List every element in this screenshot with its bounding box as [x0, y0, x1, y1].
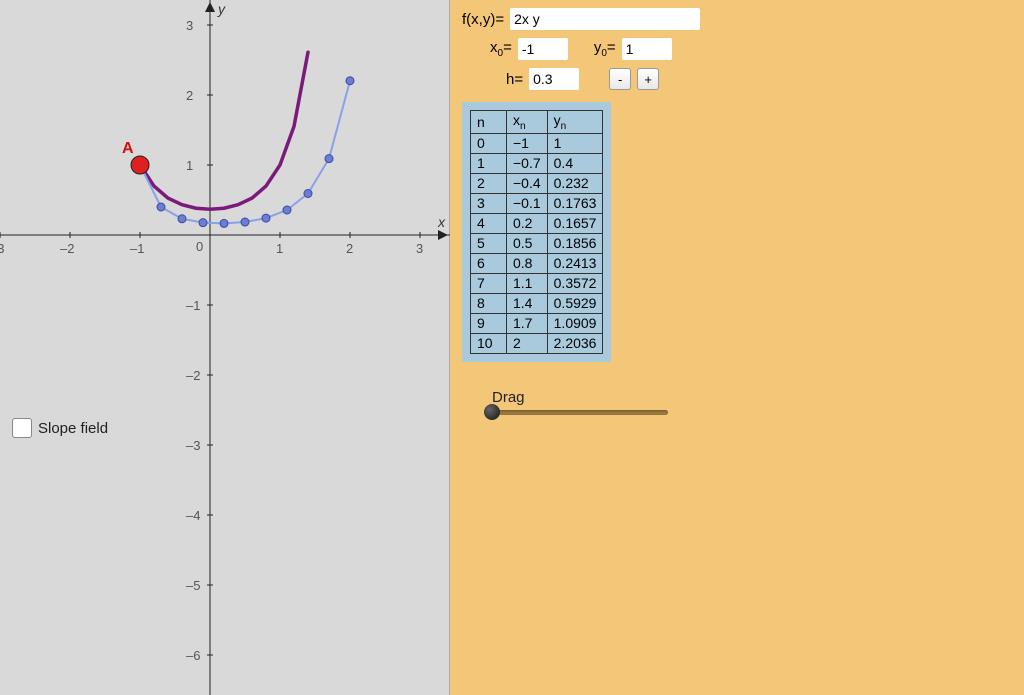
svg-text:2: 2: [186, 88, 193, 103]
table-cell: 2: [471, 173, 507, 193]
table-row: 50.50.1856: [471, 233, 603, 253]
fx-input[interactable]: [510, 8, 700, 30]
table-cell: 0.3572: [547, 273, 603, 293]
svg-text:–2: –2: [60, 241, 74, 256]
table-cell: −1: [507, 133, 548, 153]
table-cell: 4: [471, 213, 507, 233]
table-cell: 9: [471, 313, 507, 333]
coordinate-plot[interactable]: x y –3 –2 –1 1 2 3 3 2 1 –1 –2 –3 –4 –5 –6 0 A: [0, 0, 450, 695]
svg-text:–5: –5: [186, 578, 200, 593]
euler-table: n xn yn 0−111−0.70.42−0.40.2323−0.10.176…: [470, 110, 603, 354]
drag-slider-label: Drag: [492, 389, 1012, 406]
svg-text:x: x: [437, 214, 446, 230]
table-row: 60.80.2413: [471, 253, 603, 273]
col-n: n: [471, 111, 507, 134]
table-cell: 0: [471, 133, 507, 153]
table-cell: 1.7: [507, 313, 548, 333]
table-cell: 0.5: [507, 233, 548, 253]
table-cell: 8: [471, 293, 507, 313]
svg-text:3: 3: [186, 18, 193, 33]
fx-row: f(x,y)=: [462, 8, 1012, 30]
initial-row: x0= y0=: [490, 38, 1012, 60]
table-row: 1022.2036: [471, 333, 603, 353]
table-cell: 0.4: [547, 153, 603, 173]
table-cell: 0.1856: [547, 233, 603, 253]
table-row: 81.40.5929: [471, 293, 603, 313]
table-cell: 2.2036: [547, 333, 603, 353]
table-header-row: n xn yn: [471, 111, 603, 134]
svg-text:–1: –1: [186, 298, 200, 313]
table-cell: 10: [471, 333, 507, 353]
h-increment-button[interactable]: +: [637, 68, 659, 90]
table-row: 2−0.40.232: [471, 173, 603, 193]
table-cell: 0.232: [547, 173, 603, 193]
svg-text:–2: –2: [186, 368, 200, 383]
x0-label: x0=: [490, 39, 512, 59]
svg-text:1: 1: [276, 241, 283, 256]
svg-text:–1: –1: [130, 241, 144, 256]
table-row: 0−11: [471, 133, 603, 153]
drag-slider-wrap: Drag: [488, 389, 1012, 415]
table-cell: 1: [471, 153, 507, 173]
col-yn: yn: [547, 111, 603, 134]
fx-label: f(x,y)=: [462, 11, 504, 28]
h-label: h=: [506, 71, 523, 88]
table-cell: 0.1763: [547, 193, 603, 213]
table-row: 71.10.3572: [471, 273, 603, 293]
euler-table-wrap: n xn yn 0−111−0.70.42−0.40.2323−0.10.176…: [462, 102, 611, 362]
svg-text:0: 0: [196, 239, 203, 254]
table-cell: 1.4: [507, 293, 548, 313]
y0-label: y0=: [594, 39, 616, 59]
table-cell: 1.0909: [547, 313, 603, 333]
table-cell: −0.1: [507, 193, 548, 213]
h-input[interactable]: [529, 68, 579, 90]
svg-text:–3: –3: [0, 241, 4, 256]
table-cell: −0.4: [507, 173, 548, 193]
table-cell: 0.8: [507, 253, 548, 273]
table-cell: 2: [507, 333, 548, 353]
h-row: h= - +: [506, 68, 1012, 90]
table-cell: 0.1657: [547, 213, 603, 233]
svg-text:A: A: [122, 140, 134, 157]
h-decrement-button[interactable]: -: [609, 68, 631, 90]
slope-field-label: Slope field: [38, 420, 108, 437]
svg-text:2: 2: [346, 241, 353, 256]
table-cell: 0.5929: [547, 293, 603, 313]
table-cell: 1.1: [507, 273, 548, 293]
controls-panel: f(x,y)= x0= y0= h= - + n xn yn 0−111−0.7…: [450, 0, 1024, 695]
x0-input[interactable]: [518, 38, 568, 60]
table-cell: 6: [471, 253, 507, 273]
drag-slider-thumb[interactable]: [484, 404, 500, 420]
table-cell: 0.2413: [547, 253, 603, 273]
table-row: 40.20.1657: [471, 213, 603, 233]
graph-panel: x y –3 –2 –1 1 2 3 3 2 1 –1 –2 –3 –4 –5 –6 0 A Slope field: [0, 0, 450, 695]
svg-text:y: y: [217, 1, 226, 17]
table-cell: 1: [547, 133, 603, 153]
svg-text:3: 3: [416, 241, 423, 256]
table-row: 1−0.70.4: [471, 153, 603, 173]
svg-text:1: 1: [186, 158, 193, 173]
table-row: 91.71.0909: [471, 313, 603, 333]
drag-slider[interactable]: [488, 410, 668, 415]
table-cell: −0.7: [507, 153, 548, 173]
slope-field-checkbox-wrap: Slope field: [12, 418, 108, 438]
table-cell: 3: [471, 193, 507, 213]
table-cell: 5: [471, 233, 507, 253]
svg-text:–4: –4: [186, 508, 200, 523]
table-cell: 0.2: [507, 213, 548, 233]
y0-input[interactable]: [622, 38, 672, 60]
svg-text:–3: –3: [186, 438, 200, 453]
svg-text:–6: –6: [186, 648, 200, 663]
table-cell: 7: [471, 273, 507, 293]
col-xn: xn: [507, 111, 548, 134]
table-row: 3−0.10.1763: [471, 193, 603, 213]
slope-field-checkbox[interactable]: [12, 418, 32, 438]
